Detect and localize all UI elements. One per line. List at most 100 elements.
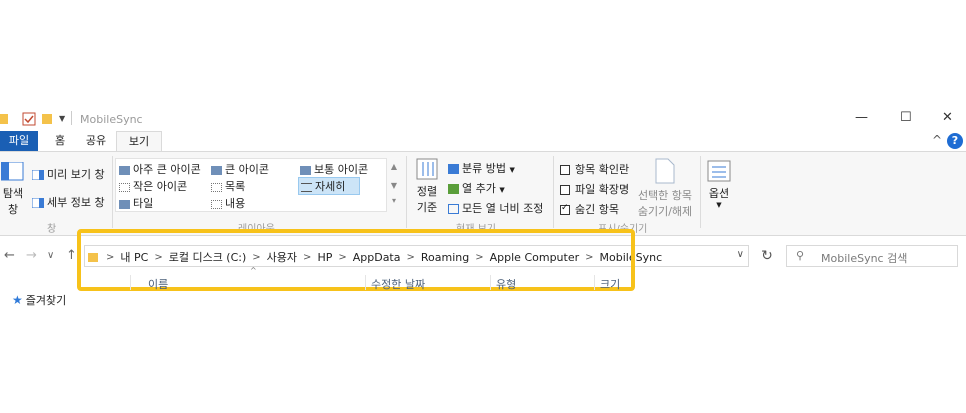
file-name-extensions-label: 파일 확장명 <box>575 183 630 196</box>
add-columns-icon <box>448 184 459 194</box>
breadcrumb-mobilesync[interactable]: MobileSync <box>600 251 663 264</box>
details-pane-button[interactable]: 세부 정보 창 <box>32 194 105 210</box>
ribbon-tabs: 파일 홈 공유 보기 ^ ? <box>0 131 966 151</box>
chevron-right-icon[interactable]: > <box>106 252 114 263</box>
layout-details[interactable]: 자세히 <box>298 177 361 195</box>
close-button[interactable]: ✕ <box>942 110 953 125</box>
recent-locations-icon[interactable]: ∨ <box>47 250 54 261</box>
hidden-items-toggle[interactable]: 숨긴 항목 <box>560 201 619 217</box>
chevron-right-icon[interactable]: > <box>154 252 162 263</box>
chevron-right-icon[interactable]: > <box>585 252 593 263</box>
group-divider <box>406 156 407 228</box>
medium-icons-icon <box>300 165 311 175</box>
sort-by-button[interactable]: 정렬 기준 <box>410 158 444 215</box>
tab-view[interactable]: 보기 <box>116 131 162 151</box>
breadcrumb-apple-computer[interactable]: Apple Computer <box>490 251 580 264</box>
column-divider <box>130 275 131 290</box>
chevron-right-icon[interactable]: > <box>407 252 415 263</box>
address-dropdown-icon[interactable]: ∨ <box>737 249 744 260</box>
sort-by-icon <box>416 158 438 180</box>
quick-access-dropdown-icon[interactable]: ▼ <box>59 114 65 123</box>
add-columns-button[interactable]: 열 추가 ▼ <box>448 180 505 196</box>
checkbox[interactable] <box>560 165 570 175</box>
breadcrumb-this-pc[interactable]: 내 PC <box>120 249 148 265</box>
size-all-columns-label: 모든 열 너비 조정 <box>462 202 544 215</box>
column-divider <box>490 275 491 290</box>
new-folder-icon[interactable] <box>42 112 52 126</box>
group-by-button[interactable]: 분류 방법 ▼ <box>448 160 515 176</box>
breadcrumb-appdata[interactable]: AppData <box>353 251 401 264</box>
file-name-extensions-toggle[interactable]: 파일 확장명 <box>560 181 629 197</box>
properties-icon[interactable] <box>22 112 36 126</box>
maximize-button[interactable]: ☐ <box>900 110 912 125</box>
navigation-pane-label-2: 창 <box>7 203 19 216</box>
group-divider <box>553 156 554 228</box>
size-columns-icon <box>448 204 459 214</box>
breadcrumb-local-disk[interactable]: 로컬 디스크 (C:) <box>169 249 247 265</box>
group-divider <box>700 156 701 228</box>
breadcrumb-users[interactable]: 사용자 <box>267 249 297 265</box>
tab-file[interactable]: 파일 <box>0 131 38 151</box>
address-bar[interactable]: > 내 PC > 로컬 디스크 (C:) > 사용자 > HP > AppDat… <box>84 245 749 267</box>
gallery-scroll[interactable]: ▲ ▼ ▾ <box>388 158 400 212</box>
checkbox-checked[interactable] <box>560 203 570 215</box>
large-icons-icon <box>211 165 222 175</box>
chevron-right-icon[interactable]: > <box>252 252 260 263</box>
hidden-items-label: 숨긴 항목 <box>575 203 619 216</box>
tab-home[interactable]: 홈 <box>45 131 75 151</box>
hide-selected-items-button[interactable]: 선택한 항목 숨기기/해제 <box>636 158 694 219</box>
collapse-ribbon-icon[interactable]: ^ <box>932 133 942 147</box>
breadcrumb-roaming[interactable]: Roaming <box>421 251 469 264</box>
chevron-right-icon[interactable]: > <box>475 252 483 263</box>
help-icon[interactable]: ? <box>947 133 963 149</box>
quick-access-item[interactable]: ★ 즐겨찾기 <box>12 292 66 308</box>
scroll-up-icon[interactable]: ▲ <box>388 162 400 171</box>
breadcrumb: > 내 PC > 로컬 디스크 (C:) > 사용자 > HP > AppDat… <box>85 248 668 266</box>
layout-content[interactable]: 내용 <box>211 195 245 211</box>
preview-pane-label: 미리 보기 창 <box>47 168 105 181</box>
checkbox[interactable] <box>560 185 570 195</box>
size-all-columns-button[interactable]: 모든 열 너비 조정 <box>448 200 543 216</box>
column-date-modified[interactable]: 수정한 날짜 <box>371 276 425 292</box>
options-icon <box>707 160 731 182</box>
layout-medium-icons[interactable]: 보통 아이콘 <box>300 161 368 177</box>
layout-large-icons[interactable]: 큰 아이콘 <box>211 161 269 177</box>
forward-button[interactable]: → <box>26 248 37 263</box>
small-icons-icon <box>119 182 130 192</box>
expand-gallery-icon[interactable]: ▾ <box>388 196 400 205</box>
minimize-button[interactable]: — <box>855 110 868 125</box>
folder-icon <box>88 253 98 262</box>
scroll-down-icon[interactable]: ▼ <box>388 181 400 190</box>
chevron-right-icon[interactable]: > <box>303 252 311 263</box>
preview-pane-button[interactable]: 미리 보기 창 <box>32 166 105 182</box>
details-pane-label: 세부 정보 창 <box>47 196 105 209</box>
title-bar: ▼ MobileSync — ☐ ✕ <box>0 107 966 131</box>
content-icon <box>211 199 222 209</box>
item-check-boxes-label: 항목 확인란 <box>575 163 630 176</box>
breadcrumb-hp[interactable]: HP <box>317 251 332 264</box>
column-size[interactable]: 크기 <box>600 276 620 292</box>
column-type[interactable]: 유형 <box>496 276 516 292</box>
refresh-icon[interactable]: ↻ <box>756 245 778 267</box>
folder-icon <box>0 114 8 124</box>
extra-large-icons-icon <box>119 165 130 175</box>
options-button[interactable]: 옵션 ▼ <box>704 160 734 209</box>
group-by-label: 분류 방법 <box>462 162 506 175</box>
tab-share[interactable]: 공유 <box>80 131 112 151</box>
navigation-pane-button[interactable]: 탐색 창 <box>0 161 26 217</box>
layout-list[interactable]: 목록 <box>211 178 245 194</box>
back-button[interactable]: ← <box>4 248 15 263</box>
details-pane-icon <box>32 198 44 208</box>
up-button[interactable]: ↑ <box>66 248 77 263</box>
hide-selected-icon <box>655 158 675 184</box>
search-box[interactable]: ⚲ MobileSync 검색 <box>786 245 958 267</box>
chevron-right-icon[interactable]: > <box>338 252 346 263</box>
layout-small-icons[interactable]: 작은 아이콘 <box>119 178 187 194</box>
show-hide-group-label: 표시/숨기기 <box>598 224 648 235</box>
layout-tiles[interactable]: 타일 <box>119 195 153 211</box>
sort-ascending-icon: ^ <box>250 266 257 275</box>
item-check-boxes-toggle[interactable]: 항목 확인란 <box>560 161 629 177</box>
layout-extra-large-icons[interactable]: 아주 큰 아이콘 <box>119 161 201 177</box>
column-name[interactable]: 이름 <box>148 276 168 292</box>
address-row: ← → ∨ ↑ > 내 PC > 로컬 디스크 (C:) > 사용자 > HP … <box>0 240 966 272</box>
